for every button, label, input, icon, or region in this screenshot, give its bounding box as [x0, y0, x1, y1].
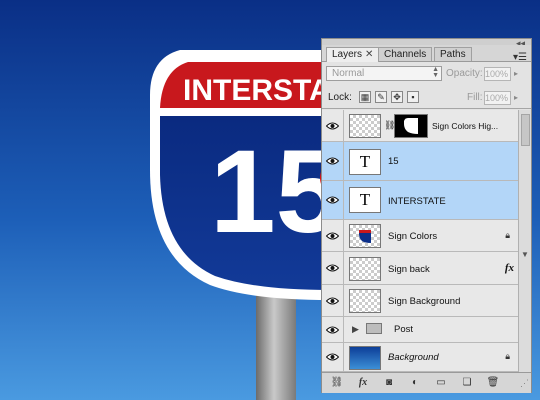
- layer-row-interstate[interactable]: T INTERSTATE: [322, 181, 518, 220]
- scrollbar-thumb[interactable]: [521, 114, 530, 146]
- layer-thumbnail: [349, 114, 381, 138]
- fill-input[interactable]: 100%: [484, 91, 511, 105]
- tab-channels[interactable]: Channels: [378, 47, 433, 61]
- lock-row: Lock: ▦ ✎ ✥ ▪ Fill: 100% ▸: [322, 88, 531, 109]
- visibility-eye-icon[interactable]: [322, 285, 344, 316]
- layer-thumbnail: [349, 224, 381, 248]
- layer-thumbnail: [349, 257, 381, 281]
- layer-name: Sign Background: [388, 296, 461, 307]
- lock-image-icon[interactable]: ✎: [375, 91, 387, 103]
- panel-menu-icon[interactable]: ▾☰: [513, 52, 527, 63]
- layer-row-15[interactable]: T 15: [322, 142, 518, 181]
- adjustment-icon[interactable]: ◐: [406, 376, 424, 390]
- layer-mask-thumbnail[interactable]: [394, 114, 428, 138]
- text-layer-icon: T: [349, 187, 381, 213]
- sign-top-text: INTERSTA: [183, 74, 331, 107]
- layer-name: INTERSTATE: [388, 196, 446, 207]
- tab-paths[interactable]: Paths: [434, 47, 472, 61]
- fx-badge-icon[interactable]: fx: [505, 262, 514, 274]
- tab-paths-label: Paths: [440, 49, 466, 60]
- layer-thumbnail: [349, 346, 381, 370]
- tab-close-icon[interactable]: ✕: [365, 49, 373, 60]
- layer-row-background[interactable]: Background 🔒︎: [322, 343, 518, 372]
- panel-tabs: Layers ✕ Channels Paths ▾☰: [322, 45, 531, 63]
- visibility-eye-icon[interactable]: [322, 110, 344, 141]
- layer-row-sign-colors-highlight[interactable]: ⛓ Sign Colors Hig...: [322, 110, 518, 142]
- blend-row: Normal ▲ ▼ Opacity: 100% ▸: [322, 63, 531, 85]
- layer-row-sign-colors[interactable]: Sign Colors 🔒︎: [322, 220, 518, 252]
- trash-icon[interactable]: 🗑︎: [484, 376, 502, 390]
- layer-name: Sign Colors: [388, 231, 438, 242]
- layers-scrollbar[interactable]: ▼: [518, 110, 531, 372]
- group-icon[interactable]: ▭: [432, 376, 450, 390]
- mask-icon[interactable]: ◙: [380, 376, 398, 390]
- blend-mode-value: Normal: [332, 68, 365, 79]
- layers-bottom-toolbar: ⛓ fx ◙ ◐ ▭ ❏ 🗑︎ ⋰: [322, 372, 531, 393]
- tab-layers-label: Layers: [332, 49, 363, 60]
- opacity-label: Opacity:: [446, 68, 483, 79]
- layer-row-post-group[interactable]: ▶ Post: [322, 317, 518, 343]
- tab-layers[interactable]: Layers ✕: [326, 47, 380, 62]
- new-layer-icon[interactable]: ❏: [458, 376, 476, 390]
- visibility-eye-icon[interactable]: [322, 343, 344, 371]
- layer-row-sign-background[interactable]: Sign Background: [322, 285, 518, 317]
- fx-icon[interactable]: fx: [354, 376, 372, 390]
- lock-position-icon[interactable]: ✥: [391, 91, 403, 103]
- updown-arrows-icon: ▲ ▼: [432, 66, 439, 79]
- layer-row-sign-back[interactable]: Sign back fx: [322, 252, 518, 285]
- layer-name: 15: [388, 156, 399, 167]
- layers-list: ⛓ Sign Colors Hig... T 15 T INTERSTATE S…: [322, 110, 518, 372]
- visibility-eye-icon[interactable]: [322, 142, 344, 180]
- blend-mode-select[interactable]: Normal ▲ ▼: [326, 66, 442, 81]
- visibility-eye-icon[interactable]: [322, 181, 344, 219]
- visibility-eye-icon[interactable]: [322, 317, 344, 342]
- opacity-slider-arrow-icon[interactable]: ▸: [514, 69, 518, 78]
- layer-name: Sign back: [388, 264, 430, 275]
- expand-triangle-icon[interactable]: ▶: [352, 324, 359, 335]
- fill-label: Fill:: [467, 92, 483, 103]
- scroll-arrow-icon[interactable]: ▼: [521, 250, 529, 259]
- visibility-eye-icon[interactable]: [322, 220, 344, 251]
- fill-slider-arrow-icon[interactable]: ▸: [514, 93, 518, 102]
- layer-name: Post: [394, 324, 414, 335]
- lock-icon: 🔒︎: [505, 230, 510, 240]
- lock-transparent-icon[interactable]: ▦: [359, 91, 371, 103]
- sign-post: [256, 285, 296, 400]
- visibility-eye-icon[interactable]: [322, 252, 344, 284]
- layer-thumbnail: [349, 289, 381, 313]
- lock-icon: 🔒︎: [505, 351, 510, 361]
- layers-panel: ◂◂ Layers ✕ Channels Paths ▾☰ Normal ▲ ▼ O…: [321, 38, 532, 393]
- text-layer-icon: T: [349, 149, 381, 175]
- lock-all-icon[interactable]: ▪: [407, 91, 419, 103]
- tab-channels-label: Channels: [384, 49, 427, 60]
- folder-icon: [366, 323, 382, 334]
- lock-label: Lock:: [328, 92, 352, 103]
- resize-grip-icon[interactable]: ⋰: [520, 378, 529, 389]
- link-layers-icon[interactable]: ⛓: [328, 376, 346, 390]
- opacity-input[interactable]: 100%: [484, 67, 511, 81]
- layer-name: Sign Colors Hig...: [432, 121, 499, 131]
- layer-name: Background: [388, 352, 439, 363]
